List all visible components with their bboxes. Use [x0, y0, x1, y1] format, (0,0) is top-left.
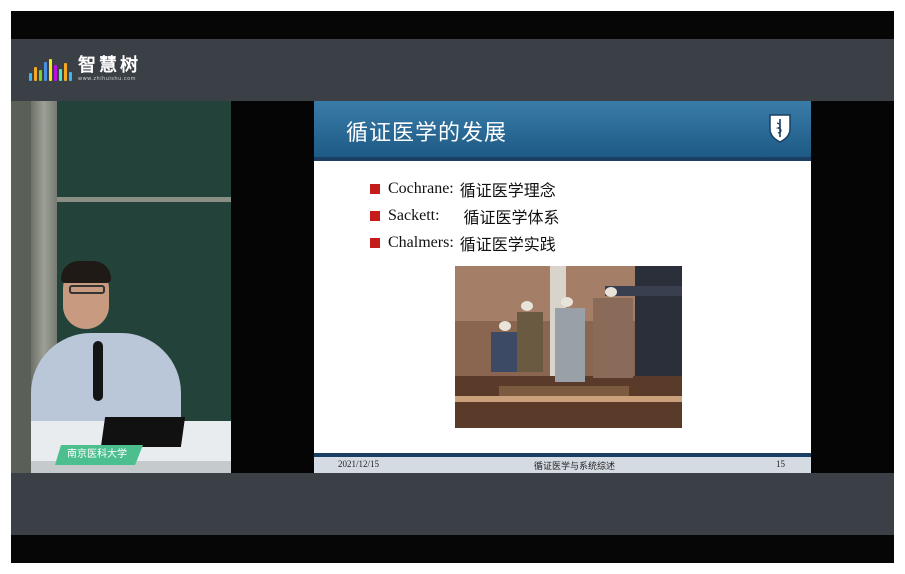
- bullet-person: Chalmers:: [388, 233, 454, 251]
- bullet-person: Cochrane:: [388, 179, 454, 197]
- logo-bar: [44, 62, 47, 81]
- footer-page-number: 15: [776, 459, 785, 469]
- video-player-frame: 智慧树 www.zhihuishu.com 南京医科大学 循证医学的发展 Coc…: [11, 11, 894, 563]
- logo-bar: [49, 59, 52, 81]
- bullet-description: 循证医学实践: [459, 234, 556, 254]
- lecturer-video: 南京医科大学: [11, 101, 231, 473]
- logo-bars-icon: [29, 59, 72, 81]
- slide-header-rule: [314, 157, 811, 161]
- bullet-item: Chalmers: 循证医学实践: [370, 229, 560, 256]
- letterbox-right: [811, 101, 894, 473]
- player-control-band: [11, 473, 894, 535]
- logo-url: www.zhihuishu.com: [78, 76, 137, 82]
- board-rail: [57, 197, 231, 202]
- logo-bar: [54, 65, 57, 81]
- glasses-icon: [69, 285, 105, 294]
- logo-bar: [59, 69, 62, 81]
- oil-workers-photo: [455, 266, 682, 428]
- logo-name: 智慧树: [78, 55, 141, 76]
- footer-course-title: 循证医学与系统综述: [534, 462, 616, 472]
- logo-bar: [34, 67, 37, 81]
- footer-date: 2021/12/15: [338, 459, 380, 469]
- logo-bar: [29, 73, 32, 81]
- slide-title: 循证医学的发展: [346, 121, 508, 146]
- bullet-square-icon: [370, 237, 380, 248]
- microphone-icon: [93, 341, 103, 401]
- logo-bar: [39, 70, 42, 81]
- bullet-square-icon: [370, 210, 380, 221]
- bullet-item: Sackett: 循证医学体系: [370, 202, 560, 229]
- bullet-description: 循证医学理念: [459, 180, 556, 200]
- university-badge: 南京医科大学: [55, 445, 143, 465]
- logo-bar: [69, 72, 72, 81]
- letterbox-left: [231, 101, 314, 473]
- presentation-slide: 循证医学的发展 Cochrane: 循证医学理念 Sackett: 循证医学体系: [314, 101, 811, 473]
- bullet-square-icon: [370, 183, 380, 194]
- shield-icon: [769, 114, 791, 143]
- player-header: 智慧树 www.zhihuishu.com: [11, 39, 894, 101]
- bullet-description: 循证医学体系: [463, 207, 560, 227]
- slide-footer: 2021/12/15 循证医学与系统综述 15: [314, 457, 811, 473]
- wall: [11, 101, 31, 473]
- bullet-person: Sackett:: [388, 206, 440, 224]
- logo-bar: [64, 63, 67, 81]
- bullet-list: Cochrane: 循证医学理念 Sackett: 循证医学体系 Chalmer…: [370, 175, 560, 256]
- slide-header: 循证医学的发展: [314, 101, 811, 157]
- zhihuishu-logo: 智慧树 www.zhihuishu.com: [29, 55, 141, 85]
- bullet-item: Cochrane: 循证医学理念: [370, 175, 560, 202]
- laptop-icon: [100, 417, 186, 447]
- lecturer-hair: [61, 261, 111, 283]
